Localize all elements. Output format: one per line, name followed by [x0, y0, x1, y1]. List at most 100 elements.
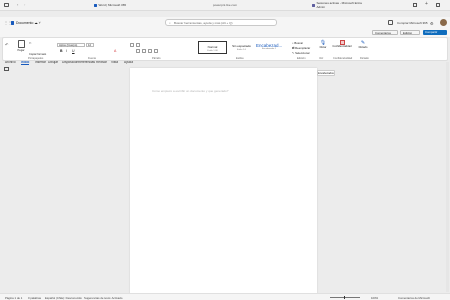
select-label: Seleccionar — [295, 51, 310, 55]
share-label: Compartir — [425, 30, 438, 34]
tab-title: Sesiones activas - Microsoft Entra Admin — [316, 1, 362, 9]
copy-format-label: Copiar formato — [29, 53, 47, 56]
align-center-button[interactable] — [142, 49, 146, 53]
zoom-thumb[interactable] — [344, 295, 346, 299]
language-status[interactable]: Español (Chile): Desconocido — [45, 296, 82, 300]
style-meta: Estilo 1.08 — [207, 49, 218, 52]
clipboard-icon — [17, 40, 25, 48]
sensitivity-button[interactable]: Confidencialidad — [332, 40, 352, 48]
premium-icon[interactable] — [388, 20, 393, 25]
comments-button[interactable]: Comentarios — [372, 30, 398, 35]
share-icon[interactable] — [413, 3, 417, 7]
group-sensitivity-label: Confidencialidad — [333, 57, 353, 60]
underline-button[interactable]: U — [72, 49, 75, 53]
new-tab-icon[interactable]: + — [425, 1, 428, 7]
address-bar[interactable]: powerpnt.live.com — [155, 2, 295, 8]
document-page[interactable]: Cómo empiezo a escribir un documento y q… — [130, 68, 317, 294]
document-placeholder[interactable]: Cómo empiezo a escribir un documento y q… — [152, 89, 228, 93]
align-right-button[interactable] — [148, 49, 152, 53]
editing-mode-button[interactable]: Edición — [400, 30, 420, 35]
entra-favicon-icon — [312, 3, 315, 7]
back-button[interactable]: ‹ — [17, 2, 18, 7]
document-title: Documento — [16, 21, 34, 25]
browser-tab[interactable]: Word | Microsoft 365 — [92, 2, 150, 8]
headings-label: Encabezados — [318, 72, 334, 75]
tab-overview-icon[interactable] — [436, 3, 440, 7]
style-heading-1[interactable]: Encabezad... Encabezado 1 — [256, 41, 282, 54]
group-clipboard-label: Portapapeles — [28, 57, 44, 60]
search-icon: ⌕ — [169, 21, 171, 25]
chevron-down-icon: ˅ — [38, 21, 41, 25]
headings-button[interactable]: Encabezados — [317, 70, 335, 76]
font-name-value: Aptos (Cuerpo) — [59, 44, 78, 47]
find-label: Buscar — [294, 41, 304, 45]
text-predictions-status[interactable]: Sugerencias de texto: Activado — [84, 296, 122, 300]
style-name: Normal — [207, 45, 218, 49]
search-placeholder: Buscar herramientas, ayuda y más (Alt + … — [174, 21, 233, 25]
editor-tool-button[interactable]: ✎ Dictado — [356, 40, 370, 49]
replace-icon: ⇄ — [292, 46, 295, 50]
cursor-icon: ↖ — [292, 51, 295, 55]
comments-label: Comentarios — [375, 31, 391, 35]
style-meta: Estilo 1.0 — [237, 48, 246, 51]
font-color-icon[interactable]: A — [114, 49, 116, 53]
font-name-select[interactable]: Aptos (Cuerpo) — [57, 43, 85, 47]
sidebar-toggle-icon[interactable] — [4, 3, 9, 7]
share-button[interactable]: Compartir — [423, 30, 447, 35]
browser-chrome: ‹ › Word | Microsoft 365 powerpnt.live.c… — [0, 0, 450, 11]
group-edit-label: Edición — [297, 57, 306, 60]
group-styles-label: Estilos — [236, 57, 244, 60]
word-logo-icon[interactable] — [11, 21, 14, 25]
group-dictate-label: Dictado — [360, 57, 369, 60]
style-meta: Encabezado 1 — [262, 48, 276, 50]
cut-icon[interactable]: ✂ — [29, 41, 32, 45]
style-no-spacing[interactable]: Sin espaciado Estilo 1.0 — [229, 41, 254, 54]
sensitivity-button-label: Confidencialidad — [332, 45, 352, 48]
numbering-button[interactable] — [136, 43, 140, 47]
buy-microsoft-365[interactable]: Comprar Microsoft 365 — [397, 21, 428, 25]
zoom-level[interactable]: 100% — [371, 296, 378, 300]
editing-label: Edición — [403, 31, 413, 35]
group-paragraph-label: Párrafo — [152, 57, 161, 60]
search-input[interactable]: ⌕ Buscar herramientas, ayuda y más (Alt … — [165, 19, 277, 26]
group-font-label: Fuente — [88, 57, 97, 60]
cloud-icon: ☁ — [34, 21, 38, 25]
paste-button[interactable]: Pegar — [16, 40, 26, 54]
browser-tab[interactable]: Sesiones activas - Microsoft Entra Admin — [310, 1, 370, 9]
style-normal[interactable]: Normal Estilo 1.08 — [198, 41, 227, 54]
avatar[interactable] — [440, 19, 447, 26]
group-voice-label: Voz — [319, 57, 324, 60]
feedback-link[interactable]: Comentarios de Microsoft — [398, 296, 430, 300]
justify-button[interactable] — [154, 49, 158, 53]
font-size-select[interactable]: 12 — [86, 43, 94, 47]
paste-label: Pegar — [17, 48, 25, 52]
navigation-pane-icon[interactable] — [4, 67, 9, 71]
editor-tool-label: Dictado — [358, 46, 368, 49]
bold-button[interactable]: B — [60, 49, 63, 53]
address-text: powerpnt.live.com — [212, 3, 238, 7]
buy-label: Comprar Microsoft 365 — [397, 21, 428, 25]
zoom-slider[interactable] — [330, 295, 360, 299]
undo-icon[interactable]: ↶ — [5, 42, 8, 47]
bullets-button[interactable] — [130, 43, 134, 47]
italic-button[interactable]: I — [66, 49, 67, 53]
status-bar: Página 1 de 1 0 palabras Español (Chile)… — [0, 293, 450, 300]
settings-icon[interactable]: ⚙ — [430, 21, 434, 26]
document-name[interactable]: Documento ☁ ˅ — [16, 21, 41, 25]
vertical-scrollbar[interactable] — [446, 62, 449, 292]
page-count[interactable]: Página 1 de 1 — [5, 296, 22, 300]
menu-bar: Archivo Inicio Insertar Dibujar Disposic… — [0, 29, 450, 65]
word-count[interactable]: 0 palabras — [28, 296, 41, 300]
align-left-button[interactable] — [136, 49, 140, 53]
find-button[interactable]: ⌕ Buscar — [292, 41, 303, 45]
style-name: Sin espaciado — [232, 44, 251, 48]
select-button[interactable]: ↖ Seleccionar — [292, 51, 310, 55]
voice-button-label: Dictar — [319, 46, 327, 49]
font-size-value: 12 — [88, 44, 91, 47]
copy-format-button[interactable]: Copiar formato — [29, 53, 46, 56]
tab-title: Word | Microsoft 365 — [98, 3, 127, 7]
replace-button[interactable]: ⇄ Reemplazar — [292, 46, 310, 50]
word-favicon-icon — [94, 3, 97, 7]
dictate-button[interactable]: 🎙 Dictar — [317, 40, 329, 49]
forward-button[interactable]: › — [24, 2, 25, 7]
